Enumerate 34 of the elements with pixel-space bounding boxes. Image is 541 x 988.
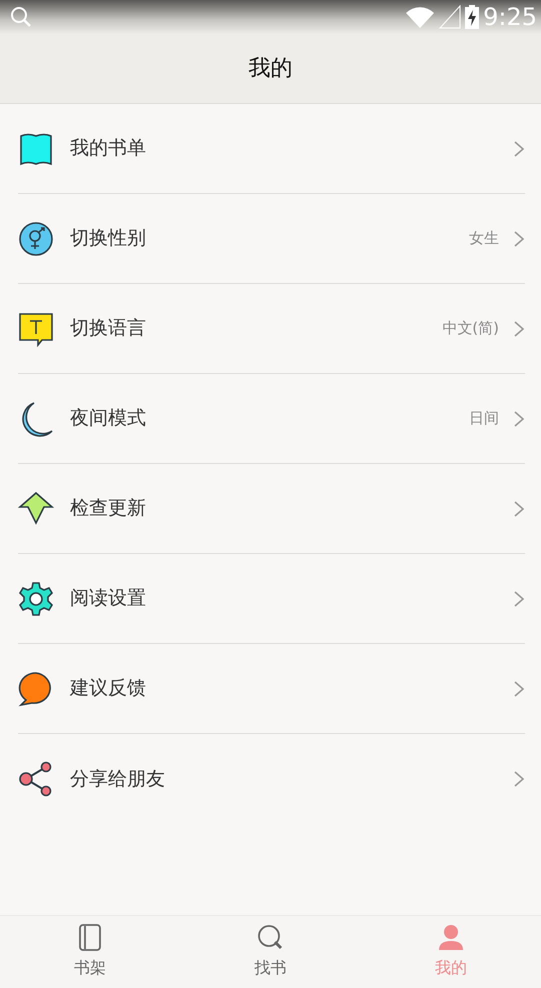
menu-item-label[interactable]: 夜间模式 <box>70 404 146 433</box>
wifi-icon <box>405 5 436 29</box>
page-title: 我的 <box>248 55 292 83</box>
chevron-right-icon <box>513 500 525 518</box>
menu-item-label[interactable]: 阅读设置 <box>70 584 146 613</box>
gender-icon <box>18 220 54 256</box>
chevron-right-icon <box>513 320 525 338</box>
menu-item-label[interactable]: 建议反馈 <box>70 674 146 703</box>
book-icon <box>18 130 54 166</box>
chevron-right-icon <box>513 410 525 428</box>
search-icon <box>10 6 32 28</box>
battery-icon <box>465 5 480 29</box>
chevron-right-icon <box>513 140 525 158</box>
setting-value: 女生 <box>469 228 499 250</box>
chevron-right-icon <box>513 590 525 608</box>
clock-time: 9:25 <box>483 5 537 29</box>
menu-item-label[interactable]: 我的书单 <box>70 134 146 163</box>
tab[interactable]: 书架 <box>0 916 180 988</box>
setting-value: 日间 <box>469 408 499 430</box>
text-bubble-icon <box>18 310 54 346</box>
menu-item-label[interactable]: 切换性别 <box>70 224 146 253</box>
chevron-right-icon <box>513 770 525 788</box>
chevron-right-icon <box>513 230 525 248</box>
chevron-right-icon <box>513 680 525 698</box>
speech-bubble-icon <box>18 670 54 706</box>
signal-icon <box>439 5 462 29</box>
share-icon <box>18 761 54 797</box>
menu-item-label[interactable]: 切换语言 <box>70 314 146 343</box>
arrow-icon <box>18 490 54 526</box>
menu-item-label[interactable]: 分享给朋友 <box>70 764 165 794</box>
settings-icon <box>18 580 54 616</box>
menu-item-label[interactable]: 检查更新 <box>70 494 146 523</box>
tab[interactable]: 找书 <box>180 916 361 988</box>
setting-value: 中文(简) <box>442 318 499 340</box>
